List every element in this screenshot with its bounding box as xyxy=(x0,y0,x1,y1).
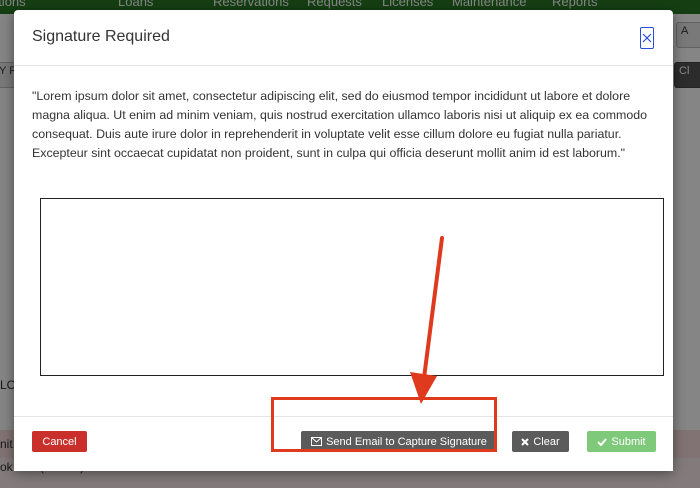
annotation-highlight-box xyxy=(271,397,497,452)
